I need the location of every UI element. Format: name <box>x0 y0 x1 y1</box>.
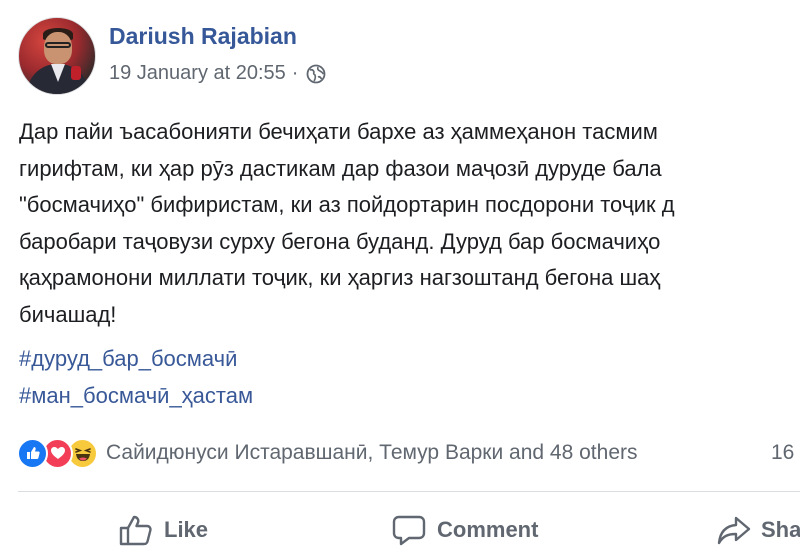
globe-icon[interactable] <box>306 64 326 84</box>
avatar[interactable] <box>18 17 96 95</box>
comment-icon <box>392 515 426 546</box>
share-button[interactable]: Sha <box>717 509 800 551</box>
like-button[interactable]: Like <box>118 509 208 551</box>
post-text-line: бичашад! <box>19 301 117 327</box>
like-label: Like <box>164 517 209 542</box>
post-text-line: қаҳрамонони миллати тоҷик, ки ҳаргиз наг… <box>19 265 661 290</box>
author-name[interactable]: Dariush Rajabian <box>109 23 297 50</box>
hashtag-link[interactable]: #дуруд_бар_босмачӣ <box>19 341 253 378</box>
hashtags: #дуруд_бар_босмачӣ #ман_босмачӣ_ҳастам <box>19 341 253 414</box>
post-text-line: баробари таҷовузи сурху бегона буданд. Д… <box>19 228 661 254</box>
meta-separator: · <box>291 62 299 84</box>
thumbs-up-icon <box>119 515 152 546</box>
like-reaction-icon <box>17 437 48 469</box>
share-icon <box>717 516 751 545</box>
reaction-icons[interactable] <box>17 437 98 469</box>
hashtag-link[interactable]: #ман_босмачӣ_ҳастам <box>19 378 253 415</box>
post-meta: 19 January at 20:55 · <box>109 62 326 85</box>
comments-count[interactable]: 16 <box>771 441 794 465</box>
divider <box>18 491 800 492</box>
post-text-line: "босмачиҳо" бифиристам, ки аз пойдортари… <box>19 192 675 217</box>
post-text-line: Дар пайи ъасабонияти бечиҳати бархе аз ҳ… <box>19 119 658 144</box>
comment-label: Comment <box>437 517 539 542</box>
share-label: Sha <box>761 517 800 542</box>
post-text-line: гирифтам, ки ҳар рӯз дастикам дар фазои … <box>19 155 662 181</box>
facebook-post: Dariush Rajabian 19 January at 20:55 · Д… <box>0 0 800 557</box>
reaction-names[interactable]: Сайидюнуси Истаравшанӣ, Темур Варки and … <box>106 441 638 465</box>
comment-button[interactable]: Comment <box>391 509 538 551</box>
post-timestamp[interactable]: 19 January at 20:55 <box>109 62 286 85</box>
post-text: Дар пайи ъасабонияти бечиҳати бархе аз ҳ… <box>19 114 800 333</box>
reactions-bar[interactable]: Сайидюнуси Истаравшанӣ, Темур Варки and … <box>17 436 638 470</box>
